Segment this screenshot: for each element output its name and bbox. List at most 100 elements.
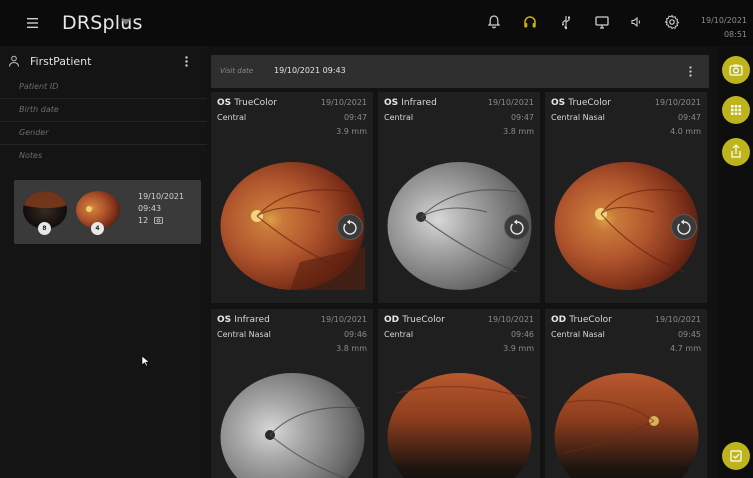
card-date: 19/10/2021 [320,98,367,107]
rotate-icon [510,219,524,235]
rotate-button[interactable] [671,214,697,240]
usb-icon[interactable] [558,14,574,30]
visit-time: 09:43 [138,204,162,213]
image-card[interactable]: OS Infrared Central 19/10/2021 09:47 3.8… [378,92,540,303]
card-header: OS Infrared Central Nasal 19/10/2021 09:… [211,309,373,359]
visit-card[interactable]: 8 4 19/10/2021 09:43 12 [14,180,201,244]
rotate-button[interactable] [337,214,363,240]
card-title: OS Infrared [217,315,270,325]
card-title: OS Infrared [384,98,437,108]
card-time: 09:46 [343,330,367,339]
region-label: Central [384,330,414,339]
gear-icon[interactable] [664,14,680,30]
mode-label: Infrared [234,315,270,325]
card-header: OD TrueColor Central Nasal 19/10/2021 09… [545,309,707,359]
card-date: 19/10/2021 [320,315,367,324]
chevron-down-icon[interactable] [121,19,131,25]
card-title: OD TrueColor [384,315,445,325]
visit-date-label: Visit date [220,67,254,75]
eye-label: OS [217,315,232,325]
card-size: 3.8 mm [336,344,367,353]
card-time: 09:47 [510,113,534,122]
card-time: 09:46 [510,330,534,339]
image-card[interactable]: OS Infrared Central Nasal 19/10/2021 09:… [211,309,373,478]
field-label: Gender [19,128,49,137]
card-size: 3.8 mm [503,127,534,136]
eye-label: OS [551,98,566,108]
speaker-icon[interactable] [628,14,644,30]
image-count: 12 [138,216,149,225]
card-size: 4.0 mm [670,127,701,136]
region-label: Central Nasal [217,330,271,339]
card-size: 4.7 mm [670,344,701,353]
visit-date-bar: Visit date 19/10/2021 09:43 [211,55,709,88]
card-size: 3.9 mm [503,344,534,353]
field-label: Patient ID [19,82,59,91]
share-icon [731,144,741,158]
main-content: Visit date 19/10/2021 09:43 OS TrueColor… [207,46,718,478]
card-date: 19/10/2021 [654,315,701,324]
capture-button[interactable] [722,56,750,84]
camera-icon [729,64,743,76]
thumbnail-count-badge: 8 [38,222,51,235]
card-date: 19/10/2021 [487,315,534,324]
fundus-image[interactable] [220,373,365,478]
datetime-display: 19/10/2021 08:51 [701,14,747,42]
card-time: 09:47 [677,113,701,122]
patient-panel: FirstPatient Patient ID Birth date Gende… [0,46,207,478]
report-button[interactable] [722,442,750,470]
eye-label: OD [551,315,567,325]
fundus-image[interactable] [554,373,699,478]
image-card[interactable]: OS TrueColor Central Nasal 19/10/2021 09… [545,92,707,303]
menu-icon[interactable] [27,18,38,28]
region-label: Central [384,113,414,122]
top-bar: DRSplus 19/10/2021 08:51 [0,0,753,46]
patient-name: FirstPatient [30,55,92,68]
export-button[interactable] [722,138,750,166]
patient-id-field: Patient ID [0,76,207,99]
checklist-icon [730,450,742,462]
current-time: 08:51 [723,30,747,39]
current-date: 19/10/2021 [700,16,747,25]
thumbnail-count-badge: 4 [91,222,104,235]
card-header: OS TrueColor Central 19/10/2021 09:47 3.… [211,92,373,142]
card-title: OS TrueColor [217,98,277,108]
mode-label: Infrared [401,98,437,108]
visit-date: 19/10/2021 [138,192,185,201]
mode-label: TrueColor [234,98,277,108]
region-label: Central Nasal [551,113,605,122]
visit-date-value: 19/10/2021 09:43 [274,66,346,75]
card-title: OD TrueColor [551,315,612,325]
image-card[interactable]: OD TrueColor Central 19/10/2021 09:46 3.… [378,309,540,478]
camera-icon [153,217,163,224]
visit-menu-icon[interactable] [689,66,692,77]
action-rail [718,46,753,478]
card-date: 19/10/2021 [487,98,534,107]
visit-image-count: 12 [138,215,184,227]
eye-label: OD [384,315,400,325]
field-label: Notes [19,151,43,160]
fundus-image[interactable] [387,373,532,478]
mode-label: TrueColor [568,98,611,108]
rotate-icon [343,219,357,235]
grid-icon [731,105,741,115]
headphones-icon[interactable] [522,14,538,30]
image-card[interactable]: OD TrueColor Central Nasal 19/10/2021 09… [545,309,707,478]
card-title: OS TrueColor [551,98,611,108]
mode-label: TrueColor [569,315,612,325]
rotate-button[interactable] [504,214,530,240]
region-label: Central [217,113,247,122]
region-label: Central Nasal [551,330,605,339]
mode-label: TrueColor [402,315,445,325]
bell-icon[interactable] [486,14,502,30]
patient-header[interactable]: FirstPatient [8,55,198,71]
image-card[interactable]: OS TrueColor Central 19/10/2021 09:47 3.… [211,92,373,303]
monitor-icon[interactable] [594,14,610,30]
gallery-button[interactable] [722,96,750,124]
patient-menu-icon[interactable] [185,56,188,67]
rotate-icon [677,219,691,235]
field-label: Birth date [19,105,59,114]
user-icon [9,55,19,67]
card-header: OS Infrared Central 19/10/2021 09:47 3.8… [378,92,540,142]
eye-label: OS [384,98,399,108]
